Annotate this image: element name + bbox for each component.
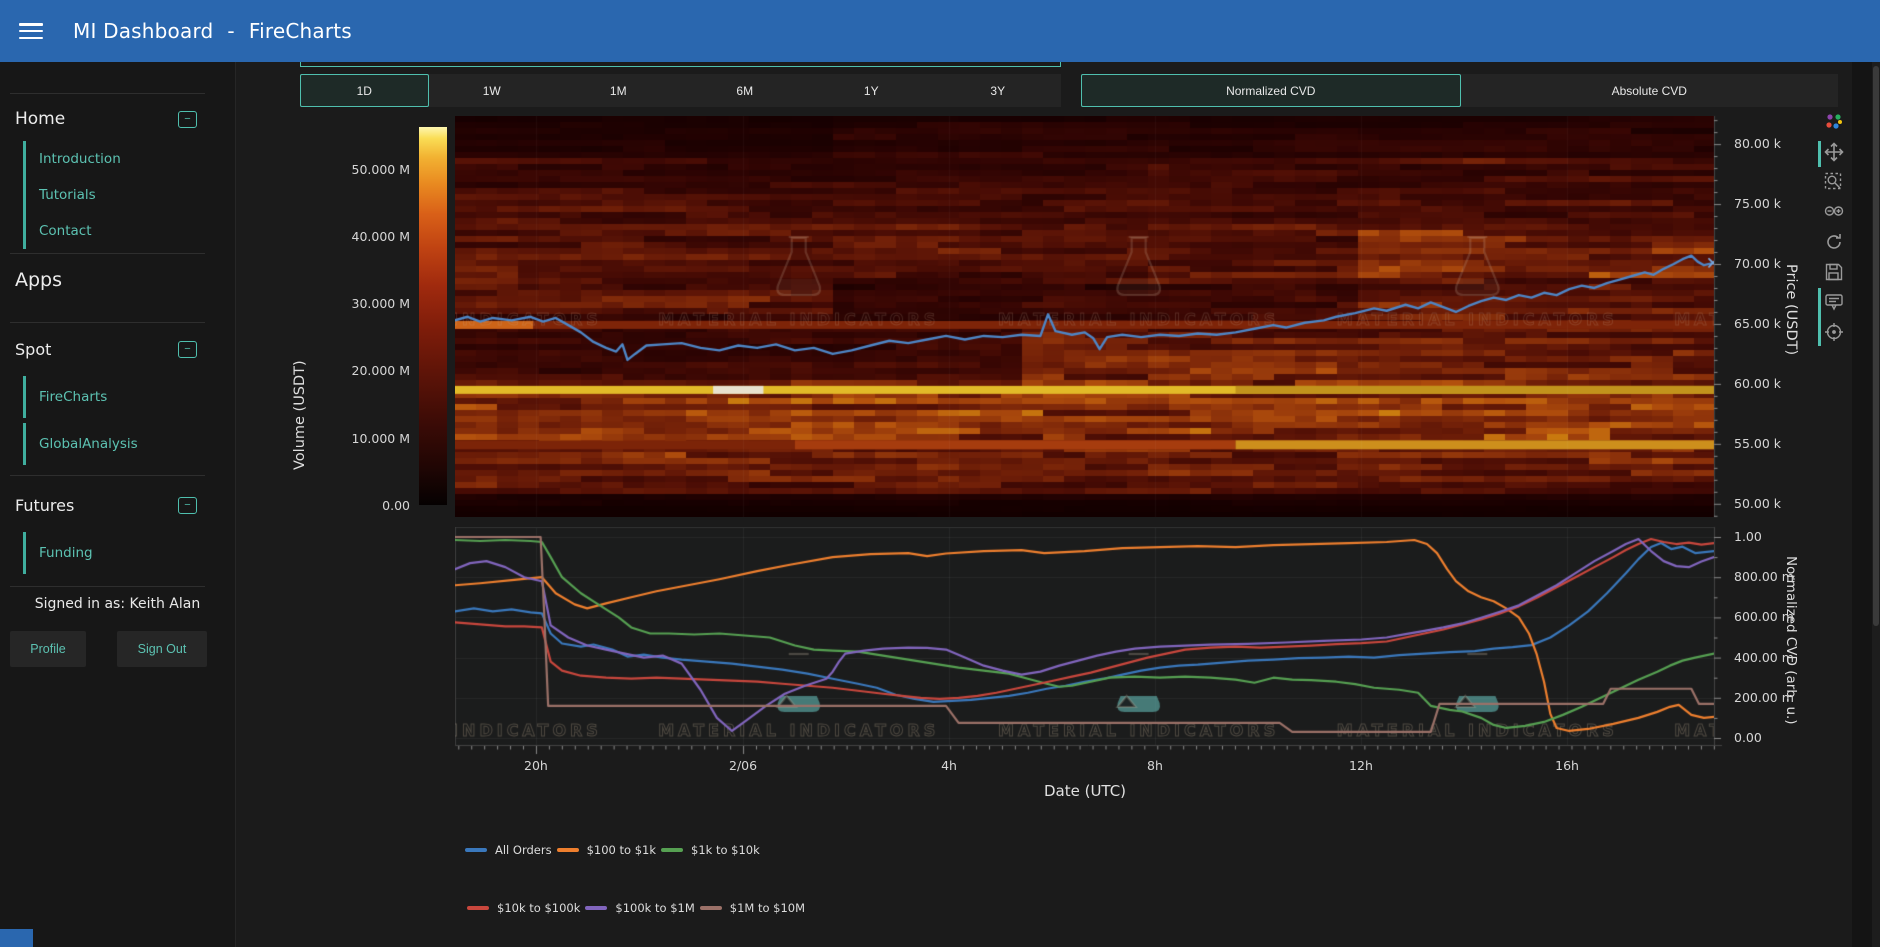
save-image-icon[interactable] — [1824, 262, 1844, 282]
reset-axes-icon[interactable] — [1824, 232, 1844, 252]
sidebar-section-home: Home — [15, 109, 65, 129]
collapse-spot-button[interactable]: − — [178, 341, 197, 358]
range-1w-button[interactable]: 1W — [429, 74, 556, 107]
sidebar-section-apps: Apps — [15, 269, 62, 291]
legend-swatch — [585, 906, 607, 910]
legend-label: All Orders — [495, 843, 552, 857]
range-3y-button[interactable]: 3Y — [935, 74, 1062, 107]
toggle-hover-icon[interactable] — [1824, 292, 1844, 312]
sidebar-section-spot: Spot — [15, 340, 51, 359]
cvd-mode-group: Normalized CVD Absolute CVD — [1081, 74, 1838, 107]
app-root: MI Dashboard-FireCharts Home − Introduct… — [0, 0, 1880, 947]
legend-item[interactable]: $100 to $1k — [557, 843, 656, 857]
legend-row-2: $10k to $100k $100k to $1M $1M to $10M — [467, 901, 810, 915]
zoom-in-out-icon[interactable] — [1824, 202, 1844, 222]
legend-item[interactable]: $100k to $1M — [585, 901, 694, 915]
app-header: MI Dashboard-FireCharts — [0, 0, 1880, 62]
signout-button[interactable]: Sign Out — [117, 631, 207, 667]
legend-label: $1k to $10k — [691, 843, 760, 857]
footer-accent — [0, 929, 33, 947]
legend-item[interactable]: $1M to $10M — [700, 901, 805, 915]
box-zoom-icon[interactable] — [1824, 172, 1844, 192]
legend-item[interactable]: All Orders — [465, 843, 552, 857]
legend-swatch — [467, 906, 489, 910]
sidebar: Home − Introduction Tutorials Contact Ap… — [0, 62, 236, 947]
collapse-futures-button[interactable]: − — [178, 497, 197, 514]
range-6m-button[interactable]: 6M — [682, 74, 809, 107]
plotly-logo-icon[interactable] — [1824, 112, 1844, 132]
sidebar-item-tutorials[interactable]: Tutorials — [26, 177, 121, 213]
sidebar-item-globalanalysis[interactable]: GlobalAnalysis — [23, 423, 138, 465]
legend-item[interactable]: $1k to $10k — [661, 843, 760, 857]
legend-label: $100k to $1M — [615, 901, 694, 915]
legend-label: $10k to $100k — [497, 901, 580, 915]
legend-row-1: All Orders $100 to $1k $1k to $10k — [465, 843, 765, 857]
page-title: MI Dashboard-FireCharts — [73, 19, 352, 43]
sidebar-item-contact[interactable]: Contact — [26, 213, 121, 249]
range-1m-button[interactable]: 1M — [555, 74, 682, 107]
legend-swatch — [557, 848, 579, 852]
sidebar-divider — [10, 586, 205, 587]
normalized-cvd-chart[interactable] — [455, 527, 1714, 745]
legend-swatch — [661, 848, 683, 852]
sidebar-section-futures: Futures — [15, 496, 74, 515]
sidebar-divider — [10, 93, 205, 94]
sidebar-item-funding[interactable]: Funding — [23, 532, 93, 574]
hamburger-icon[interactable] — [19, 23, 43, 39]
sidebar-item-firecharts[interactable]: FireCharts — [23, 376, 107, 418]
volume-heatmap-chart[interactable] — [455, 116, 1714, 517]
toggle-spikelines-icon[interactable] — [1824, 322, 1844, 342]
modebar-active-indicator — [1818, 288, 1821, 346]
sidebar-divider — [10, 253, 205, 254]
legend-item[interactable]: $10k to $100k — [467, 901, 580, 915]
modebar-active-indicator — [1818, 141, 1821, 167]
legend-label: $100 to $1k — [587, 843, 656, 857]
profile-button[interactable]: Profile — [10, 631, 86, 667]
sidebar-item-introduction[interactable]: Introduction — [26, 141, 121, 177]
collapse-home-button[interactable]: − — [178, 111, 197, 128]
normalized-cvd-button[interactable]: Normalized CVD — [1081, 74, 1461, 107]
volume-colorbar — [419, 127, 447, 505]
absolute-cvd-button[interactable]: Absolute CVD — [1461, 74, 1839, 107]
range-1d-button[interactable]: 1D — [300, 74, 429, 107]
legend-swatch — [465, 848, 487, 852]
sidebar-group-home: Introduction Tutorials Contact — [23, 141, 121, 249]
pan-icon[interactable] — [1824, 142, 1844, 162]
time-range-group: 1D 1W 1M 6M 1Y 3Y — [300, 74, 1061, 107]
sidebar-divider — [10, 475, 205, 476]
scrollbar-thumb[interactable] — [1873, 66, 1879, 626]
range-1y-button[interactable]: 1Y — [808, 74, 935, 107]
legend-label: $1M to $10M — [730, 901, 805, 915]
signed-in-text: Signed in as: Keith Alan — [0, 596, 235, 612]
sidebar-divider — [10, 322, 205, 323]
legend-swatch — [700, 906, 722, 910]
